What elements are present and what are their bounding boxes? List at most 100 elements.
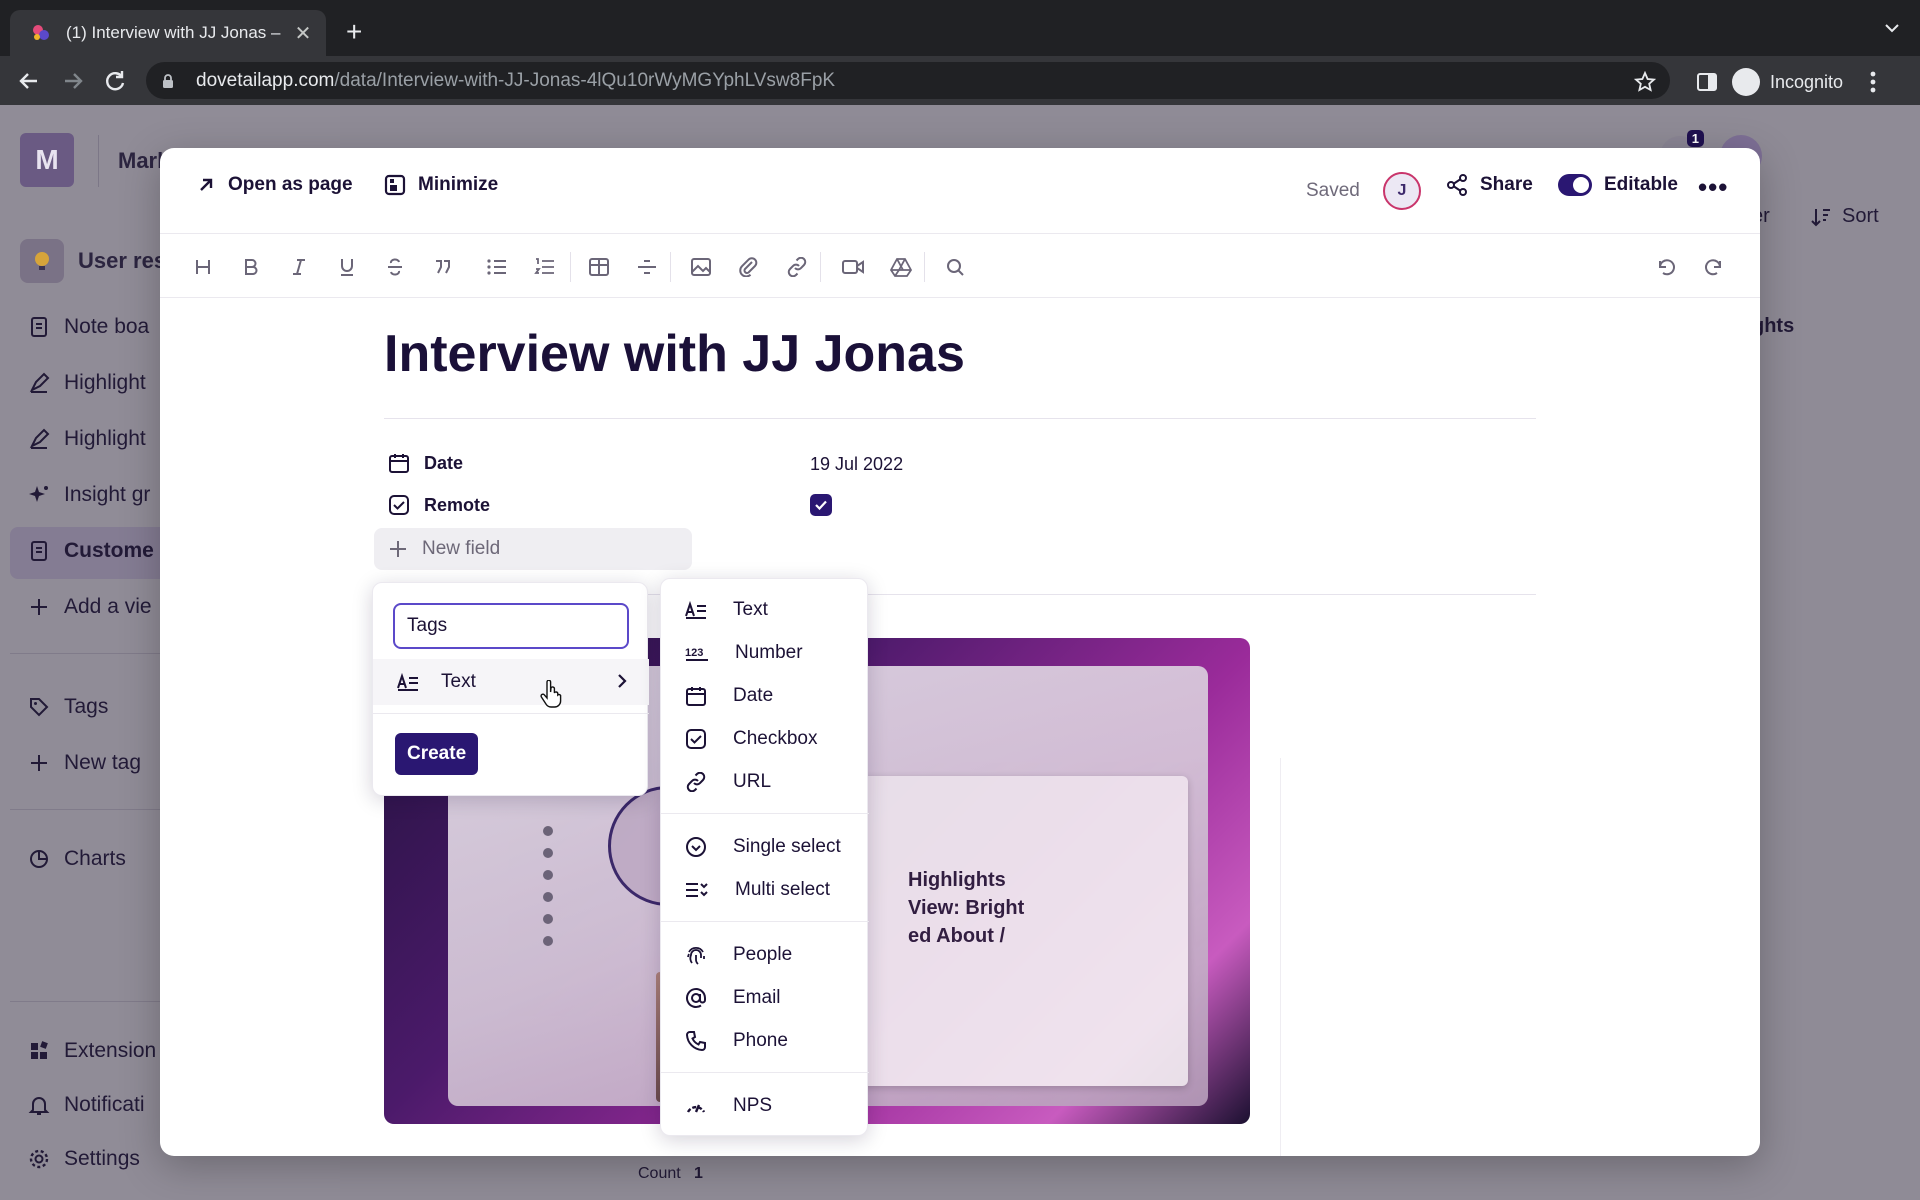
sidebar-item-label: Highlight [64, 371, 146, 394]
sparkle-icon [29, 486, 48, 502]
redo-icon[interactable] [1702, 254, 1728, 280]
tab-search-chevron-icon[interactable] [1884, 22, 1900, 34]
type-option-multi-select[interactable]: Multi select [661, 871, 869, 909]
sidebar-item-settings[interactable]: Settings [28, 1147, 140, 1171]
sort-icon [1811, 208, 1830, 226]
google-drive-icon[interactable] [888, 254, 914, 280]
sidebar-item-insights[interactable]: Insight gr [28, 483, 150, 507]
single-select-icon [686, 837, 706, 857]
bullet-list-icon[interactable] [484, 254, 510, 280]
numbered-list-icon[interactable] [532, 254, 558, 280]
underline-icon[interactable] [334, 254, 360, 280]
browser-tab[interactable]: (1) Interview with JJ Jonas – D ✕ [10, 10, 326, 56]
new-field-label: New field [422, 538, 501, 559]
toggle-switch[interactable] [1558, 174, 1592, 196]
omnibox[interactable]: dovetailapp.com/data/Interview-with-JJ-J… [146, 62, 1670, 99]
type-option-text[interactable]: Text [661, 591, 869, 629]
type-option-date[interactable]: Date [661, 677, 869, 715]
field-remote[interactable]: Remote [388, 494, 490, 516]
type-option-url[interactable]: URL [661, 763, 869, 801]
italic-icon[interactable] [286, 254, 312, 280]
share-button[interactable]: Share [1446, 174, 1533, 196]
sidebar-item-tags[interactable]: Tags [28, 695, 108, 719]
fingerprint-icon [687, 946, 705, 965]
forward-arrow-icon[interactable] [60, 68, 86, 94]
search-replace-icon[interactable] [942, 254, 968, 280]
field-name-input[interactable] [393, 603, 629, 649]
open-as-page-button[interactable]: Open as page [196, 174, 353, 196]
new-field-button[interactable]: New field [374, 528, 692, 570]
project-header[interactable]: User res [20, 239, 166, 283]
sidebar-item-label: Add a vie [64, 595, 152, 618]
link-icon[interactable] [784, 254, 810, 280]
type-option-checkbox[interactable]: Checkbox [661, 720, 869, 758]
video-text-line: ed About / [908, 925, 1006, 947]
type-option-number[interactable]: 123 Number [661, 634, 869, 672]
popup-divider [373, 713, 649, 714]
type-option-label: Checkbox [733, 728, 818, 749]
sidebar-item-highlights[interactable]: Highlight [28, 371, 146, 395]
sidebar-item-highlights-2[interactable]: Highlight [28, 427, 146, 451]
sidebar-item-charts[interactable]: Charts [28, 847, 126, 871]
field-date-value[interactable]: 19 Jul 2022 [810, 454, 903, 475]
video-icon[interactable] [840, 254, 866, 280]
checkmark-icon [815, 500, 827, 511]
remote-checkbox[interactable] [810, 494, 832, 516]
sidebar-item-add-view[interactable]: Add a vie [28, 595, 152, 619]
type-option-email[interactable]: Email [661, 979, 869, 1017]
heading-icon[interactable] [190, 254, 216, 280]
quote-icon[interactable] [430, 254, 456, 280]
url-host: dovetailapp.com [196, 69, 335, 91]
strikethrough-icon[interactable] [382, 254, 408, 280]
plus-icon [31, 755, 47, 771]
reload-icon[interactable] [102, 68, 128, 94]
table-icon[interactable] [586, 254, 612, 280]
plus-icon [31, 599, 47, 615]
browser-tabbar: (1) Interview with JJ Jonas – D ✕ + [0, 0, 1920, 56]
divider-icon[interactable] [634, 254, 660, 280]
collaborator-avatar[interactable]: J [1383, 172, 1421, 210]
field-date[interactable]: Date [388, 452, 463, 474]
minimize-button[interactable]: Minimize [384, 174, 498, 196]
type-option-nps[interactable]: NPS [661, 1087, 869, 1125]
sort-button[interactable]: Sort [1810, 205, 1879, 228]
bell-icon [28, 1097, 50, 1115]
undo-icon[interactable] [1652, 254, 1678, 280]
workspace-name[interactable]: Marl [118, 148, 163, 174]
content-divider [1280, 758, 1281, 1156]
sidebar-item-label: Insight gr [64, 483, 151, 506]
sidebar-item-customer[interactable]: Custome [28, 539, 154, 563]
type-option-label: People [733, 944, 793, 965]
sidebar-item-extensions[interactable]: Extension [28, 1039, 156, 1063]
type-option-single-select[interactable]: Single select [661, 828, 869, 866]
incognito-indicator[interactable]: Incognito [1732, 64, 1855, 100]
workspace-badge[interactable]: M [20, 133, 74, 187]
open-as-page-label: Open as page [228, 174, 353, 195]
new-tab-icon[interactable]: + [346, 18, 362, 46]
side-panel-icon[interactable] [1696, 71, 1718, 93]
image-icon[interactable] [688, 254, 714, 280]
toolbar-divider [924, 252, 925, 282]
back-arrow-icon[interactable] [16, 68, 42, 94]
gauge-icon [686, 1104, 706, 1113]
share-label: Share [1480, 174, 1533, 195]
type-option-people[interactable]: People [661, 936, 869, 974]
editable-toggle[interactable]: Editable [1558, 174, 1678, 196]
bookmark-star-icon[interactable] [1634, 71, 1656, 93]
bold-icon[interactable] [238, 254, 264, 280]
create-button[interactable]: Create [395, 733, 479, 775]
chrome-menu-icon[interactable] [1869, 70, 1877, 94]
attachment-icon[interactable] [736, 254, 762, 280]
tab-close-icon[interactable]: ✕ [292, 21, 314, 46]
checkbox-icon [686, 729, 706, 749]
sidebar-item-new-tag[interactable]: New tag [28, 751, 141, 775]
field-type-selector[interactable]: Text [373, 659, 649, 705]
document-title[interactable]: Interview with JJ Jonas [384, 324, 965, 384]
lock-icon[interactable] [160, 73, 176, 89]
sidebar-item-notifications[interactable]: Notificati [28, 1093, 145, 1117]
more-options-icon[interactable]: ••• [1698, 172, 1728, 203]
arrow-up-right-icon [200, 178, 213, 191]
type-option-phone[interactable]: Phone [661, 1022, 869, 1060]
sidebar-item-note-board[interactable]: Note boa [28, 315, 149, 339]
share-icon [1447, 174, 1467, 196]
